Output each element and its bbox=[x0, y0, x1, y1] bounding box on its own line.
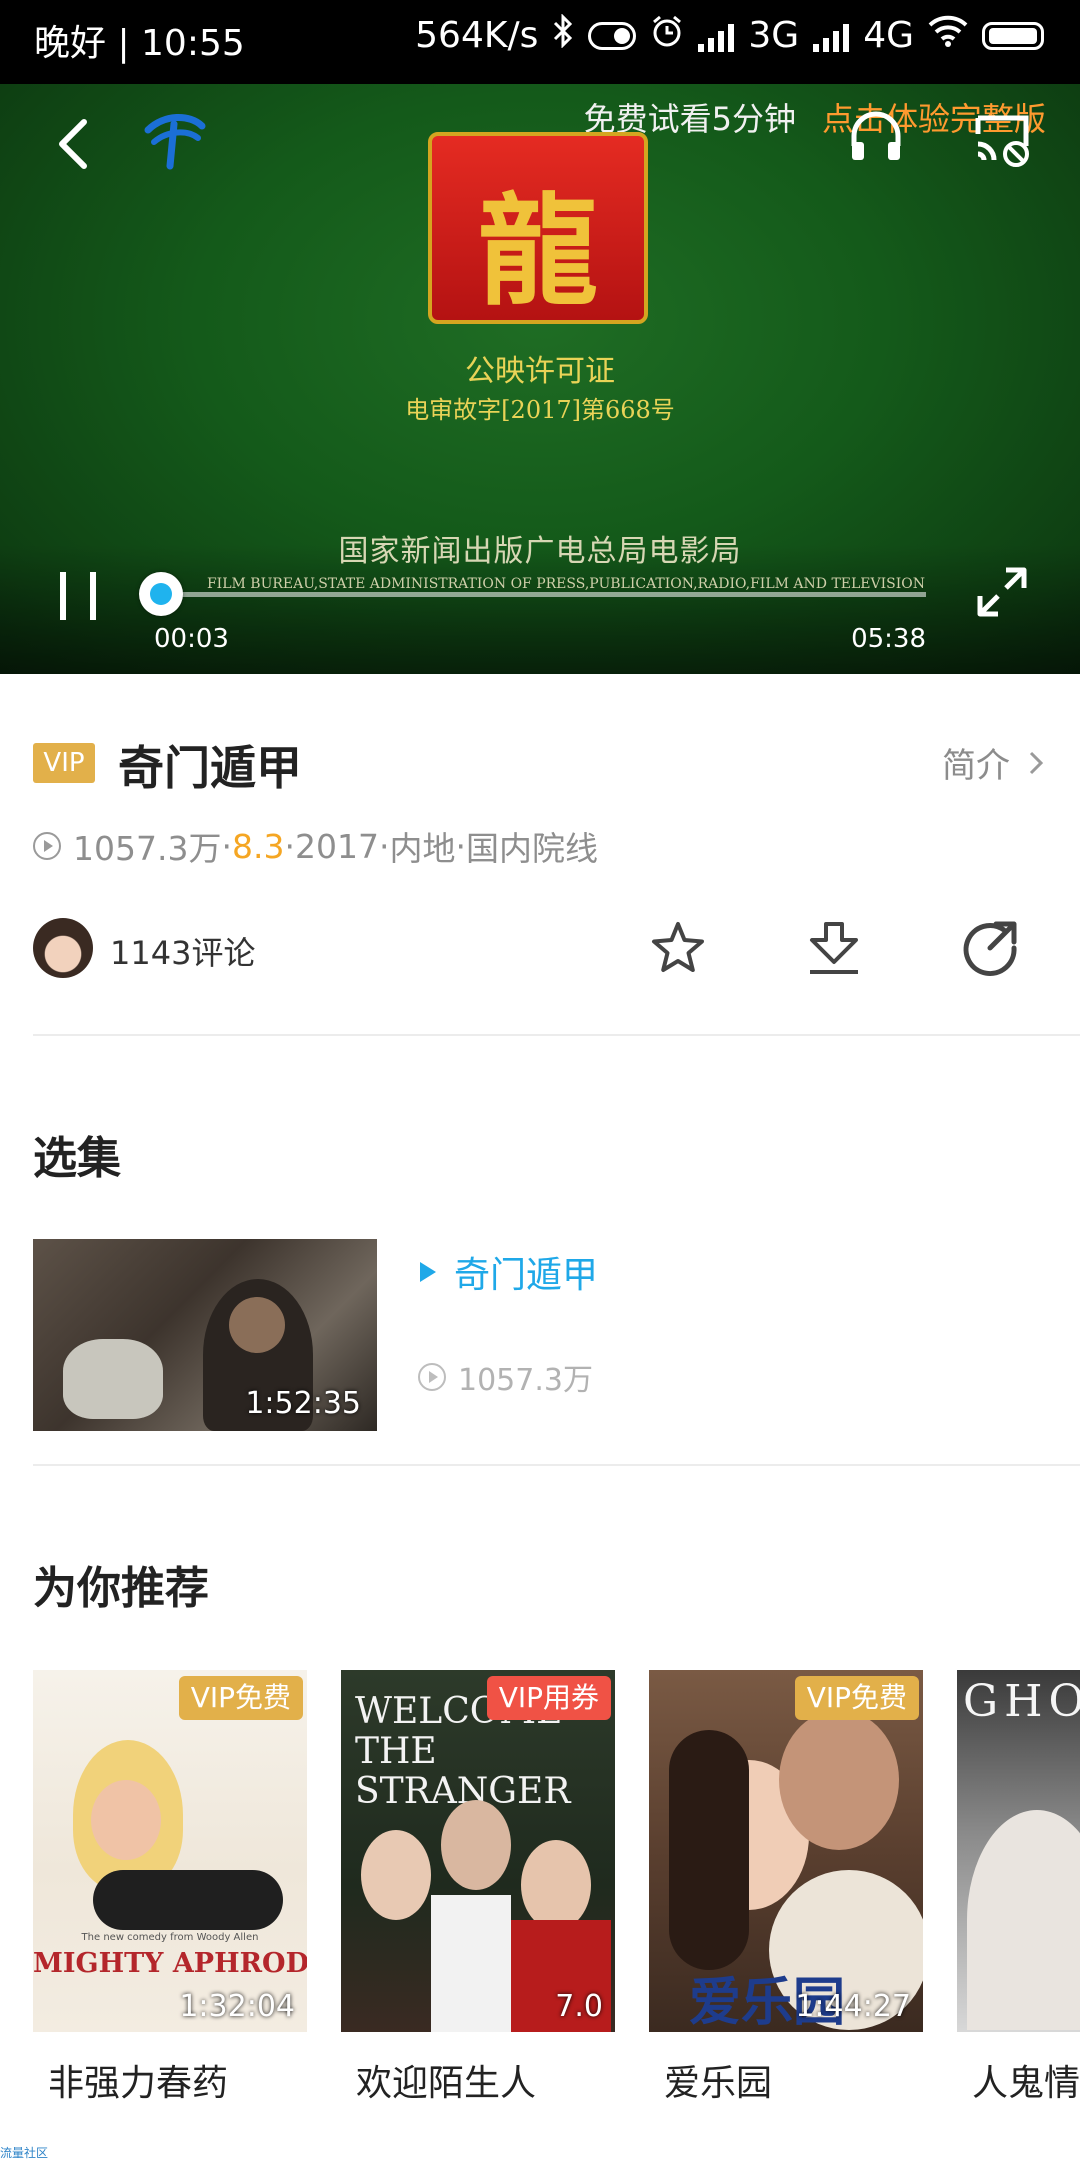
progress-track[interactable] bbox=[138, 572, 926, 616]
region: 内地 bbox=[389, 829, 456, 868]
alarm-icon bbox=[650, 14, 684, 57]
episodes-heading: 选集 bbox=[33, 1133, 121, 1184]
star-icon bbox=[652, 922, 704, 972]
video-meta: 1057.3万 · 8.3 · 2017 · 内地 · 国内院线 bbox=[33, 822, 598, 870]
recommend-title[interactable]: 爱乐园 bbox=[664, 2054, 772, 2106]
share-button[interactable] bbox=[960, 918, 1020, 978]
intro-link[interactable]: 简介 bbox=[942, 738, 1044, 787]
video-title: 奇门遁甲 bbox=[118, 741, 302, 795]
episode-views: 1057.3万 bbox=[418, 1355, 593, 1399]
chevron-right-icon bbox=[1029, 751, 1044, 774]
signal-icon bbox=[698, 20, 735, 52]
recommend-title[interactable]: 欢迎陌生人 bbox=[356, 2054, 536, 2106]
back-button[interactable] bbox=[50, 114, 100, 174]
telecom-logo-icon bbox=[140, 104, 210, 174]
signal-icon bbox=[813, 20, 850, 52]
playing-indicator-icon bbox=[420, 1262, 436, 1282]
recommend-title[interactable]: 人鬼情 bbox=[972, 2054, 1080, 2106]
share-icon bbox=[963, 921, 1017, 976]
total-time: 05:38 bbox=[851, 624, 926, 654]
divider bbox=[33, 1464, 1080, 1466]
audio-mode-button[interactable] bbox=[844, 104, 908, 168]
poster-image: 爱乐园 bbox=[649, 1670, 923, 2032]
wifi-icon bbox=[928, 15, 968, 56]
vip-free-badge: VIP免费 bbox=[794, 1676, 919, 1720]
headphones-icon bbox=[851, 111, 901, 160]
play-count-icon bbox=[33, 832, 61, 860]
favorite-button[interactable] bbox=[648, 918, 708, 978]
expand-icon bbox=[977, 567, 1027, 617]
network-type-2: 4G bbox=[863, 15, 914, 56]
current-time: 00:03 bbox=[154, 624, 229, 654]
avatar[interactable] bbox=[33, 918, 93, 978]
network-type-1: 3G bbox=[748, 15, 800, 56]
vip-coupon-badge: VIP用券 bbox=[486, 1676, 611, 1720]
battery-icon bbox=[982, 21, 1044, 50]
film-certificate-emblem: 龍 bbox=[428, 132, 648, 324]
license-number: 电审故字[2017]第668号 bbox=[405, 396, 675, 424]
intro-label: 简介 bbox=[942, 746, 1010, 786]
recommend-card[interactable]: The new comedy from Woody Allen MIGHTY A… bbox=[33, 1670, 307, 2032]
view-count: 1057.3万 bbox=[73, 829, 222, 868]
dragon-emblem-icon: 龍 bbox=[478, 181, 598, 322]
license-title: 公映许可证 bbox=[465, 354, 615, 389]
recommend-card[interactable]: 爱乐园 VIP免费 1:44:27 bbox=[649, 1670, 923, 2032]
divider bbox=[33, 1034, 1080, 1036]
poster-image: The new comedy from Woody Allen MIGHTY A… bbox=[33, 1670, 307, 2032]
duration-label: 1:32:04 bbox=[179, 1989, 295, 2024]
category: 国内院线 bbox=[465, 829, 598, 868]
recommend-card[interactable]: GHO bbox=[957, 1670, 1080, 2032]
play-count-icon bbox=[418, 1363, 446, 1391]
pause-button[interactable] bbox=[58, 572, 98, 620]
chevron-left-icon bbox=[59, 119, 87, 169]
episode-duration: 1:52:35 bbox=[245, 1386, 361, 1421]
poster-image: GHO bbox=[957, 1670, 1080, 2032]
poster-image: WELCOME THE STRANGER bbox=[341, 1670, 615, 2032]
fullscreen-button[interactable] bbox=[976, 566, 1028, 618]
duration-label: 1:44:27 bbox=[795, 1989, 911, 2024]
recommend-heading: 为你推荐 bbox=[33, 1563, 209, 1614]
episode-thumbnail[interactable]: 1:52:35 bbox=[33, 1239, 377, 1431]
pause-icon bbox=[90, 572, 96, 620]
progress-thumb[interactable] bbox=[138, 572, 183, 616]
watermark: 流量社区 bbox=[0, 2146, 49, 2160]
network-speed: 564K/s bbox=[415, 15, 539, 56]
bureau-name-cn: 国家新闻出版广电总局电影局 bbox=[338, 534, 742, 569]
episode-title[interactable]: 奇门遁甲 bbox=[420, 1246, 598, 1298]
rating: 8.3 bbox=[231, 826, 285, 866]
download-button[interactable] bbox=[804, 918, 864, 978]
vip-badge: VIP bbox=[33, 743, 95, 783]
pause-icon bbox=[60, 572, 66, 620]
toggle-icon bbox=[588, 21, 637, 50]
cast-disabled-icon bbox=[975, 115, 1029, 167]
bureau-name-en: FILM BUREAU,STATE ADMINISTRATION OF PRES… bbox=[206, 576, 926, 592]
recommend-title[interactable]: 非强力春药 bbox=[48, 2054, 228, 2106]
rating-label: 7.0 bbox=[555, 1989, 603, 2024]
recommend-card[interactable]: WELCOME THE STRANGER VIP用券 7.0 bbox=[341, 1670, 615, 2032]
status-bar: 晚好 | 10:55 564K/s 3G 4G bbox=[0, 0, 1080, 84]
cast-button[interactable] bbox=[970, 106, 1034, 170]
bluetooth-icon bbox=[552, 13, 574, 57]
video-player[interactable]: 免费试看5分钟 点击体验完整版 龍 公映许可证 电审故字[2017]第668号 国… bbox=[0, 84, 1080, 674]
vip-free-badge: VIP免费 bbox=[178, 1676, 303, 1720]
status-time: 晚好 | 10:55 bbox=[34, 23, 245, 64]
comments-link[interactable]: 1143评论 bbox=[110, 928, 255, 974]
download-icon bbox=[810, 922, 858, 974]
release-year: 2017 bbox=[294, 826, 379, 866]
